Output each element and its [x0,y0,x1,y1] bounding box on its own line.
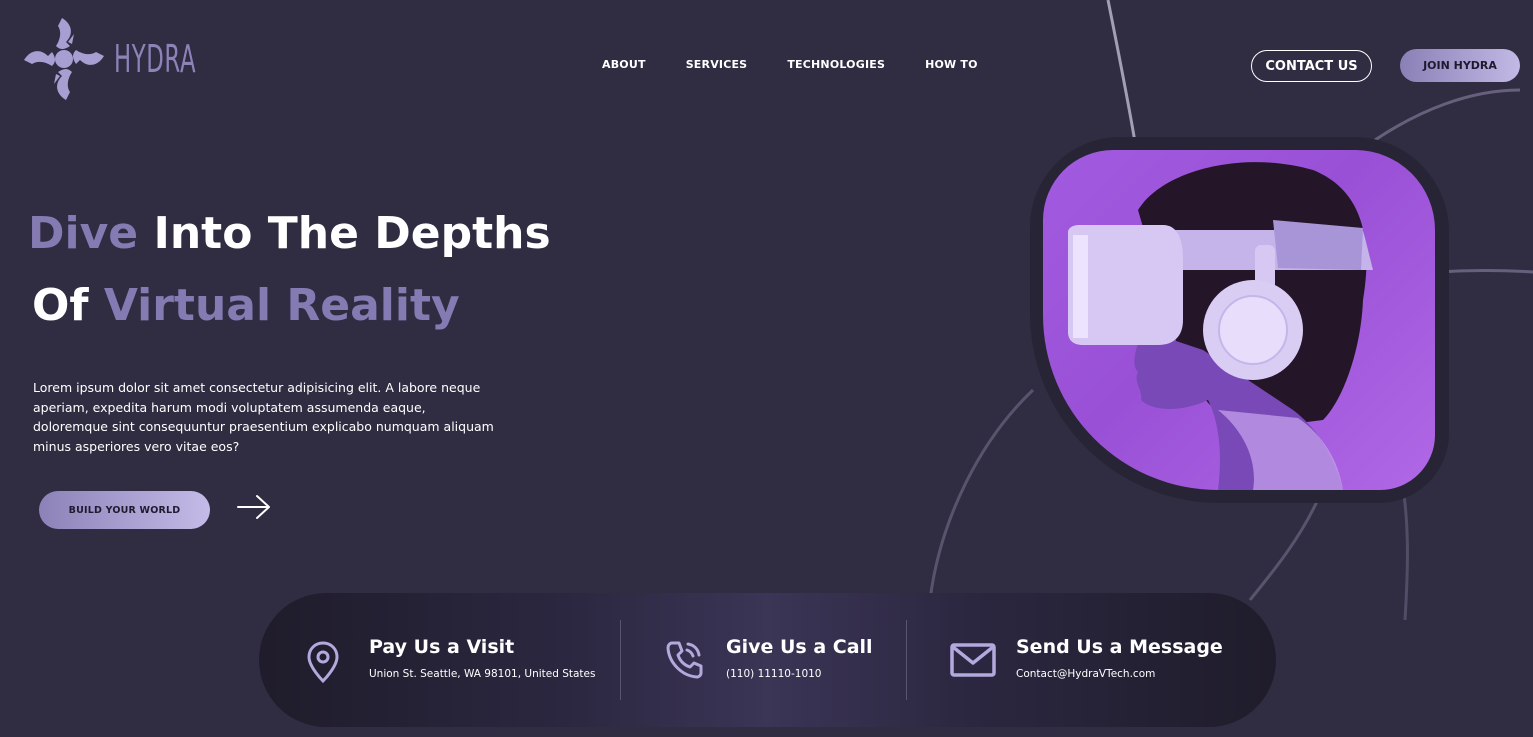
hydra-logo-icon [24,18,104,100]
nav-technologies[interactable]: TECHNOLOGIES [787,58,885,71]
build-your-world-button[interactable]: BUILD YOUR WORLD [39,491,210,529]
vr-headset-person-illustration [1068,162,1373,490]
call-info: Give Us a Call (110) 11110-1010 [726,636,873,680]
visit-info: Pay Us a Visit Union St. Seattle, WA 981… [369,636,595,680]
hero-title-accent: Virtual Reality [103,280,460,331]
divider [906,620,907,700]
location-pin-icon [307,641,339,684]
nav-services[interactable]: SERVICES [686,58,748,71]
arrow-right-icon[interactable] [236,494,272,520]
hero-description: Lorem ipsum dolor sit amet consectetur a… [33,380,494,454]
hero-title-text: Into The Depths [153,208,551,259]
call-title: Give Us a Call [726,636,873,658]
brand-logo[interactable]: HYDRA [22,16,210,102]
hero-title-line-1: Dive Into The Depths [28,208,551,259]
landing-page: HYDRA ABOUT SERVICES TECHNOLOGIES HOW TO… [0,0,1533,737]
message-email[interactable]: Contact@HydraVTech.com [1016,668,1223,680]
nav-about[interactable]: ABOUT [602,58,646,71]
message-info: Send Us a Message Contact@HydraVTech.com [1016,636,1223,680]
call-phone[interactable]: (110) 11110-1010 [726,668,873,680]
hero-title-text: Of [32,280,89,331]
nav-how-to[interactable]: HOW TO [925,58,978,71]
hero-title-line-2: Of Virtual Reality [32,280,460,331]
visit-title: Pay Us a Visit [369,636,515,658]
visit-address: Union St. Seattle, WA 98101, United Stat… [369,668,596,680]
main-nav: ABOUT SERVICES TECHNOLOGIES HOW TO [602,58,978,71]
contact-us-button[interactable]: CONTACT US [1251,50,1372,82]
message-title: Send Us a Message [1016,636,1223,658]
phone-icon[interactable] [664,638,704,680]
brand-name: HYDRA [114,37,197,81]
hero-image [1043,150,1435,490]
join-hydra-button[interactable]: JOIN HYDRA [1400,49,1520,82]
hero-title-accent: Dive [28,208,139,259]
mail-icon[interactable] [949,642,997,678]
divider [620,620,621,700]
